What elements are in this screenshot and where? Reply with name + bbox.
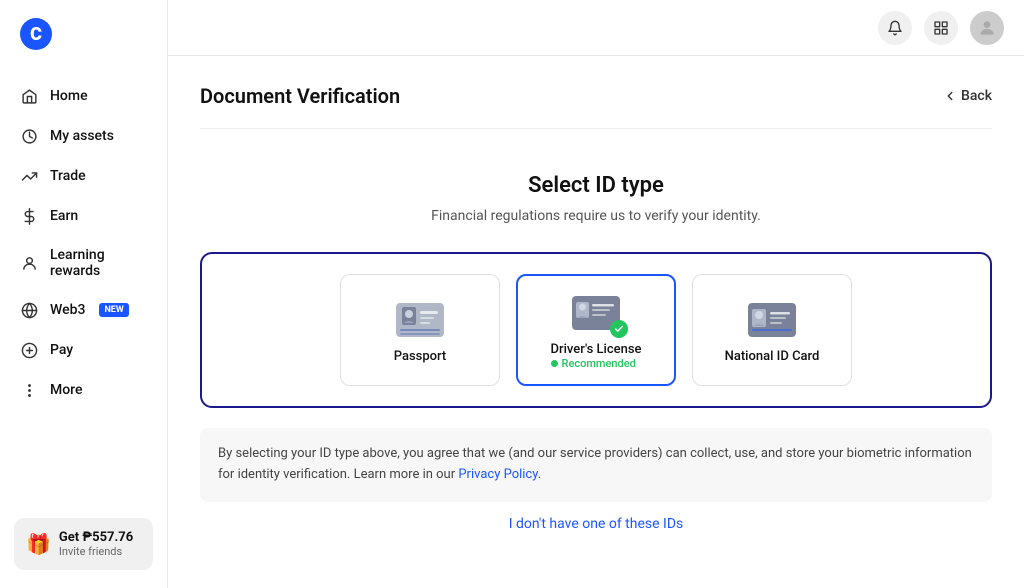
home-icon bbox=[20, 87, 38, 105]
check-icon bbox=[614, 324, 624, 334]
disclaimer-text-after: . bbox=[538, 467, 541, 482]
recommended-dot bbox=[551, 360, 558, 367]
drivers-license-label-group: Driver's License Recommended bbox=[551, 342, 642, 370]
sidebar-item-earn-label: Earn bbox=[50, 208, 78, 224]
national-id-icon bbox=[746, 301, 798, 339]
recommended-text: Recommended bbox=[562, 357, 636, 370]
assets-icon bbox=[20, 127, 38, 145]
select-id-title: Select ID type bbox=[200, 173, 992, 198]
chevron-left-icon bbox=[943, 89, 957, 103]
grid-button[interactable] bbox=[924, 11, 958, 45]
recommended-badge: Recommended bbox=[551, 357, 642, 370]
sidebar-logo: C bbox=[0, 0, 167, 68]
passport-label: Passport bbox=[394, 349, 447, 364]
drivers-license-option[interactable]: Driver's License Recommended bbox=[516, 274, 676, 386]
page-header: Document Verification Back bbox=[200, 84, 992, 129]
sidebar-item-my-assets[interactable]: My assets bbox=[0, 116, 167, 156]
app-logo: C bbox=[20, 18, 52, 50]
sidebar-item-more[interactable]: More bbox=[0, 370, 167, 410]
disclaimer-text: By selecting your ID type above, you agr… bbox=[218, 446, 972, 482]
select-id-subtitle: Financial regulations require us to veri… bbox=[200, 208, 992, 224]
sidebar-item-home-label: Home bbox=[50, 88, 88, 104]
sidebar-item-my-assets-label: My assets bbox=[50, 128, 114, 144]
sidebar-item-learning-rewards-label: Learning rewards bbox=[50, 247, 147, 279]
sidebar-item-more-label: More bbox=[50, 382, 83, 398]
bell-icon bbox=[887, 20, 903, 36]
no-id-link[interactable]: I don't have one of these IDs bbox=[200, 516, 992, 532]
passport-icon bbox=[394, 301, 446, 339]
sidebar-item-home[interactable]: Home bbox=[0, 76, 167, 116]
avatar-icon bbox=[977, 18, 997, 38]
sidebar-nav: Home My assets Trade Earn bbox=[0, 68, 167, 504]
topbar bbox=[168, 0, 1024, 56]
sidebar-item-trade-label: Trade bbox=[50, 168, 86, 184]
trade-icon bbox=[20, 167, 38, 185]
sidebar-item-web3[interactable]: Web3 NEW bbox=[0, 290, 167, 330]
select-id-section: Select ID type Financial regulations req… bbox=[200, 153, 992, 548]
invite-text: Get ₱557.76 Invite friends bbox=[59, 530, 133, 558]
sidebar-item-pay[interactable]: Pay bbox=[0, 330, 167, 370]
web3-new-badge: NEW bbox=[99, 303, 128, 317]
sidebar-item-trade[interactable]: Trade bbox=[0, 156, 167, 196]
more-icon bbox=[20, 381, 38, 399]
earn-icon bbox=[20, 207, 38, 225]
drivers-license-icon-wrapper bbox=[570, 294, 622, 332]
invite-title: Get ₱557.76 bbox=[59, 530, 133, 545]
invite-card[interactable]: 🎁 Get ₱557.76 Invite friends bbox=[14, 518, 153, 570]
disclaimer-box: By selecting your ID type above, you agr… bbox=[200, 428, 992, 502]
invite-subtitle: Invite friends bbox=[59, 545, 133, 558]
back-label: Back bbox=[961, 88, 992, 104]
national-id-label: National ID Card bbox=[725, 349, 820, 364]
invite-icon: 🎁 bbox=[26, 532, 51, 556]
web3-icon bbox=[20, 301, 38, 319]
passport-option[interactable]: Passport bbox=[340, 274, 500, 386]
drivers-license-label: Driver's License bbox=[551, 342, 642, 357]
page-title: Document Verification bbox=[200, 84, 400, 108]
sidebar-item-web3-label: Web3 bbox=[50, 302, 85, 318]
main: Document Verification Back Select ID typ… bbox=[168, 0, 1024, 588]
checkmark-badge bbox=[610, 320, 628, 338]
sidebar: C Home My assets Trade bbox=[0, 0, 168, 588]
content-area: Document Verification Back Select ID typ… bbox=[168, 56, 1024, 588]
sidebar-item-learning-rewards[interactable]: Learning rewards bbox=[0, 236, 167, 290]
privacy-policy-link[interactable]: Privacy Policy bbox=[458, 467, 537, 482]
sidebar-item-pay-label: Pay bbox=[50, 342, 73, 358]
id-options-container: Passport bbox=[200, 252, 992, 408]
sidebar-bottom: 🎁 Get ₱557.76 Invite friends bbox=[0, 504, 167, 588]
learning-icon bbox=[20, 254, 38, 272]
back-button[interactable]: Back bbox=[943, 88, 992, 104]
avatar-button[interactable] bbox=[970, 11, 1004, 45]
grid-icon bbox=[933, 20, 949, 36]
sidebar-item-earn[interactable]: Earn bbox=[0, 196, 167, 236]
national-id-option[interactable]: National ID Card bbox=[692, 274, 852, 386]
notification-button[interactable] bbox=[878, 11, 912, 45]
content-inner: Document Verification Back Select ID typ… bbox=[168, 56, 1024, 576]
pay-icon bbox=[20, 341, 38, 359]
